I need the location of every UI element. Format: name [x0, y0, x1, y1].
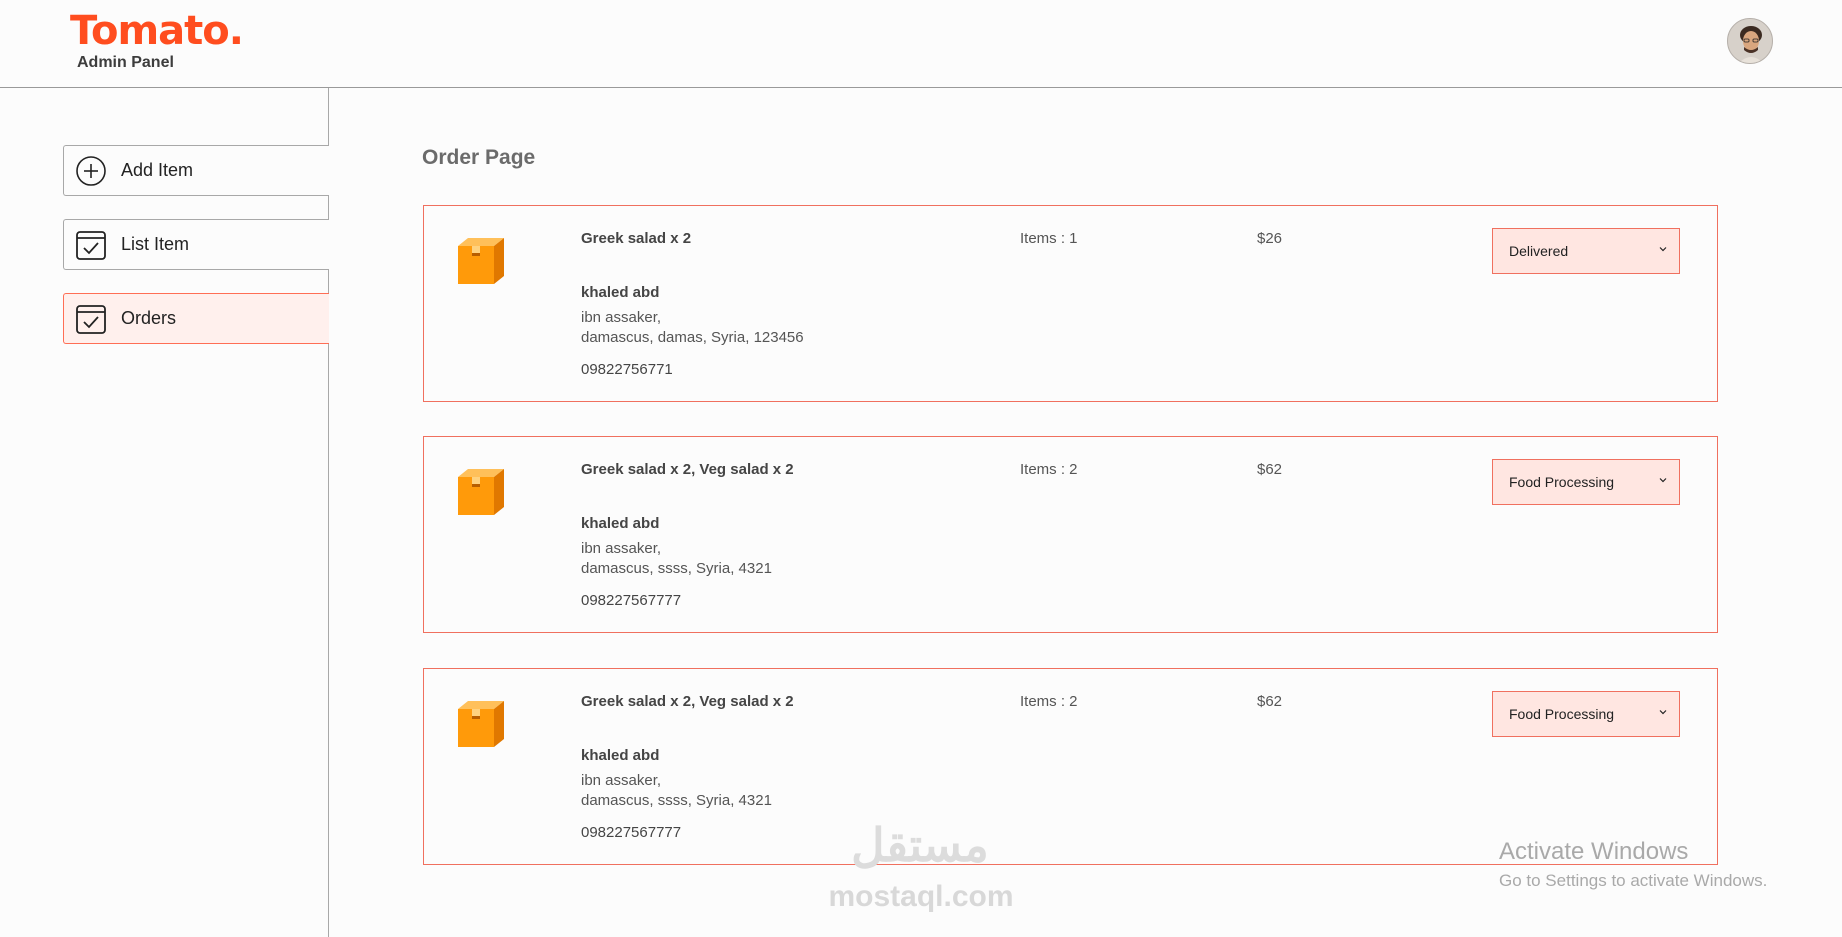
address-city: damascus, damas, Syria, 123456: [581, 329, 804, 346]
status-value: Food Processing: [1509, 474, 1615, 490]
checklist-icon: [75, 303, 107, 335]
avatar-icon: [1728, 19, 1772, 63]
add-circle-icon: [75, 155, 107, 187]
status-select[interactable]: Delivered: [1492, 228, 1680, 274]
parcel-icon: [458, 469, 504, 515]
order-card: Greek salad x 2 khaled abd ibn assaker, …: [423, 205, 1718, 402]
parcel-icon: [458, 238, 504, 284]
page-title: Order Page: [422, 146, 536, 169]
sidebar-item-label: List Item: [121, 234, 190, 254]
sidebar-item-list-item[interactable]: List Item: [63, 219, 329, 270]
sidebar-item-label: Orders: [121, 308, 177, 328]
customer-name: khaled abd: [581, 747, 660, 764]
order-amount: $62: [1257, 693, 1283, 710]
sidebar-item-add-item[interactable]: Add Item: [63, 145, 329, 196]
watermark-arabic: مستقل: [851, 819, 989, 871]
activate-windows-subtitle: Go to Settings to activate Windows.: [1499, 871, 1768, 890]
customer-phone: 098227567777: [581, 592, 682, 609]
profile-avatar[interactable]: [1727, 18, 1773, 64]
status-value: Food Processing: [1509, 706, 1615, 722]
parcel-icon: [458, 701, 504, 747]
order-amount: $62: [1257, 461, 1283, 478]
order-card: Greek salad x 2, Veg salad x 2 khaled ab…: [423, 436, 1718, 633]
address-street: ibn assaker,: [581, 772, 662, 789]
sidebar-item-label: Add Item: [121, 160, 194, 180]
top-navbar: Tomato. Admin Panel: [0, 0, 1842, 88]
sidebar: Add Item List Item Orders: [0, 88, 329, 937]
items-count: Items : 2: [1020, 461, 1078, 478]
chevron-down-icon: [1659, 247, 1667, 252]
customer-phone: 098227567777: [581, 824, 682, 841]
order-card: Greek salad x 2, Veg salad x 2 khaled ab…: [423, 668, 1718, 865]
customer-name: khaled abd: [581, 515, 660, 532]
order-items: Greek salad x 2: [581, 230, 692, 247]
order-items: Greek salad x 2, Veg salad x 2: [581, 693, 794, 710]
order-items: Greek salad x 2, Veg salad x 2: [581, 461, 794, 478]
activate-windows-title: Activate Windows: [1499, 838, 1689, 865]
address-city: damascus, ssss, Syria, 4321: [581, 792, 772, 809]
status-select[interactable]: Food Processing: [1492, 691, 1680, 737]
items-count: Items : 1: [1020, 230, 1078, 247]
watermark-text: mostaql.com: [828, 880, 1014, 913]
customer-phone: 09822756771: [581, 361, 673, 378]
logo-subtitle: Admin Panel: [77, 54, 174, 71]
items-count: Items : 2: [1020, 693, 1078, 710]
order-amount: $26: [1257, 230, 1283, 247]
customer-name: khaled abd: [581, 284, 660, 301]
chevron-down-icon: [1659, 478, 1667, 483]
status-value: Delivered: [1509, 243, 1569, 259]
chevron-down-icon: [1659, 710, 1667, 715]
sidebar-item-orders[interactable]: Orders: [63, 293, 329, 344]
checklist-icon: [75, 229, 107, 261]
status-select[interactable]: Food Processing: [1492, 459, 1680, 505]
logo: Tomato.: [70, 8, 244, 54]
address-street: ibn assaker,: [581, 309, 662, 326]
address-city: damascus, ssss, Syria, 4321: [581, 560, 772, 577]
address-street: ibn assaker,: [581, 540, 662, 557]
